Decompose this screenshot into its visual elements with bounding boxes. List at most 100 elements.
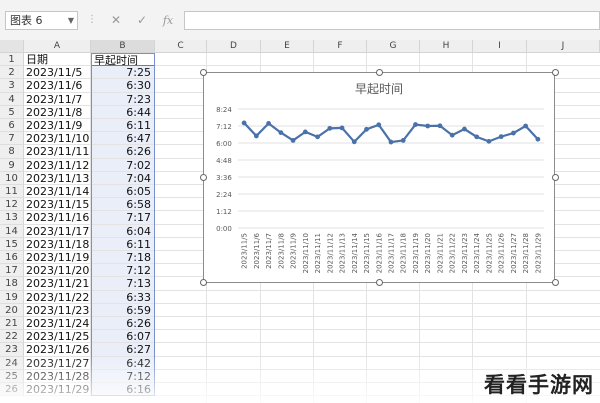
column-header-a[interactable]: A [24, 40, 91, 53]
column-header-f[interactable]: F [314, 40, 367, 53]
data-point[interactable] [449, 132, 455, 138]
data-point[interactable] [388, 139, 394, 145]
data-point[interactable] [486, 138, 492, 144]
date-cell[interactable]: 2023/11/20 [24, 264, 91, 278]
data-point[interactable] [241, 120, 247, 126]
resize-handle-tl[interactable] [200, 69, 207, 76]
resize-handle-br[interactable] [552, 279, 559, 286]
resize-handle-tr[interactable] [552, 69, 559, 76]
data-point[interactable] [400, 138, 406, 143]
check-icon[interactable]: ✓ [131, 11, 153, 30]
time-cell[interactable]: 6:04 [91, 224, 155, 238]
data-point[interactable] [511, 130, 516, 136]
insert-function-button[interactable]: fx [157, 11, 179, 30]
date-cell[interactable]: 2023/11/6 [24, 79, 91, 93]
time-cell[interactable]: 7:12 [91, 264, 155, 278]
data-point[interactable] [351, 139, 357, 145]
time-cell[interactable]: 7:13 [91, 277, 155, 291]
data-point[interactable] [290, 138, 296, 143]
time-cell[interactable]: 6:07 [91, 330, 155, 344]
data-point[interactable] [339, 125, 345, 131]
select-all-corner[interactable] [0, 40, 24, 53]
date-cell[interactable]: 2023/11/19 [24, 251, 91, 265]
time-cell[interactable]: 6:16 [91, 383, 155, 397]
date-cell[interactable]: 2023/11/12 [24, 158, 91, 172]
time-cell[interactable]: 6:30 [91, 79, 155, 93]
row-header[interactable]: 15 [0, 237, 24, 251]
time-cell[interactable]: 7:04 [91, 171, 155, 185]
data-point[interactable] [425, 123, 431, 129]
data-point[interactable] [413, 122, 418, 127]
time-cell[interactable]: 7:23 [91, 92, 155, 106]
row-header[interactable]: 14 [0, 224, 24, 238]
data-point[interactable] [498, 134, 504, 140]
column-header-h[interactable]: H [420, 40, 473, 53]
time-cell[interactable]: 6:42 [91, 356, 155, 370]
date-cell[interactable]: 2023/11/16 [24, 211, 91, 225]
date-cell[interactable]: 2023/11/15 [24, 198, 91, 212]
time-cell[interactable]: 7:25 [91, 66, 155, 80]
resize-handle-top[interactable] [376, 69, 383, 76]
chevron-down-icon[interactable]: ▼ [68, 12, 74, 29]
row-header[interactable]: 12 [0, 198, 24, 212]
row-header[interactable]: 19 [0, 290, 24, 304]
row-header[interactable]: 9 [0, 158, 24, 172]
data-point[interactable] [474, 134, 480, 140]
date-cell[interactable]: 2023/11/13 [24, 171, 91, 185]
time-cell[interactable]: 7:18 [91, 251, 155, 265]
row-header[interactable]: 16 [0, 251, 24, 265]
date-cell[interactable]: 2023/11/21 [24, 277, 91, 291]
row-header[interactable]: 3 [0, 79, 24, 93]
date-cell[interactable]: 2023/11/7 [24, 92, 91, 106]
row-header[interactable]: 8 [0, 145, 24, 159]
row-header[interactable]: 21 [0, 317, 24, 331]
row-header[interactable]: 24 [0, 356, 24, 370]
data-point[interactable] [302, 129, 308, 135]
name-box[interactable]: 图表 6 ▼ [5, 11, 78, 30]
date-cell[interactable]: 2023/11/29 [24, 383, 91, 397]
row-header[interactable]: 4 [0, 92, 24, 106]
resize-handle-bottom[interactable] [376, 279, 383, 286]
time-cell[interactable]: 6:27 [91, 343, 155, 357]
resize-handle-bl[interactable] [200, 279, 207, 286]
row-header[interactable]: 17 [0, 264, 24, 278]
time-cell[interactable]: 6:58 [91, 198, 155, 212]
date-cell[interactable]: 2023/11/25 [24, 330, 91, 344]
time-cell[interactable]: 6:05 [91, 185, 155, 199]
column-header-d[interactable]: D [207, 40, 261, 53]
formula-input[interactable] [184, 11, 600, 30]
data-point[interactable] [376, 122, 382, 128]
row-header[interactable]: 11 [0, 185, 24, 199]
date-cell[interactable]: 2023/11/10 [24, 132, 91, 146]
time-cell[interactable]: 7:17 [91, 211, 155, 225]
data-point[interactable] [278, 130, 284, 136]
data-point[interactable] [462, 126, 467, 132]
resize-handle-right[interactable] [552, 174, 559, 181]
data-point[interactable] [266, 121, 271, 126]
time-cell[interactable]: 6:26 [91, 317, 155, 331]
date-cell[interactable]: 2023/11/27 [24, 356, 91, 370]
row-header[interactable]: 1 [0, 53, 24, 67]
date-cell[interactable]: 2023/11/28 [24, 369, 91, 383]
date-cell[interactable]: 2023/11/26 [24, 343, 91, 357]
data-point[interactable] [437, 123, 443, 129]
date-cell[interactable]: 2023/11/11 [24, 145, 91, 159]
time-cell[interactable]: 7:12 [91, 369, 155, 383]
line-chart[interactable]: 早起时间 0:00 1:12 2:24 3:36 4:48 6:00 7:12 8:24 2023… [203, 72, 555, 283]
column-header-b[interactable]: B [91, 40, 155, 53]
date-cell[interactable]: 2023/11/8 [24, 105, 91, 119]
resize-handle-left[interactable] [200, 174, 207, 181]
time-cell[interactable]: 6:44 [91, 105, 155, 119]
date-cell[interactable]: 2023/11/5 [24, 66, 91, 80]
column-header-j[interactable]: J [527, 40, 600, 53]
header-cell-wake-time[interactable]: 早起时间 [91, 53, 155, 67]
close-icon[interactable]: ✕ [105, 11, 127, 30]
chart-title[interactable]: 早起时间 [355, 82, 403, 96]
row-header[interactable]: 20 [0, 303, 24, 317]
date-cell[interactable]: 2023/11/9 [24, 119, 91, 133]
column-header-e[interactable]: E [261, 40, 314, 53]
date-cell[interactable]: 2023/11/22 [24, 290, 91, 304]
column-header-i[interactable]: I [473, 40, 527, 53]
row-header[interactable]: 13 [0, 211, 24, 225]
row-header[interactable]: 2 [0, 66, 24, 80]
